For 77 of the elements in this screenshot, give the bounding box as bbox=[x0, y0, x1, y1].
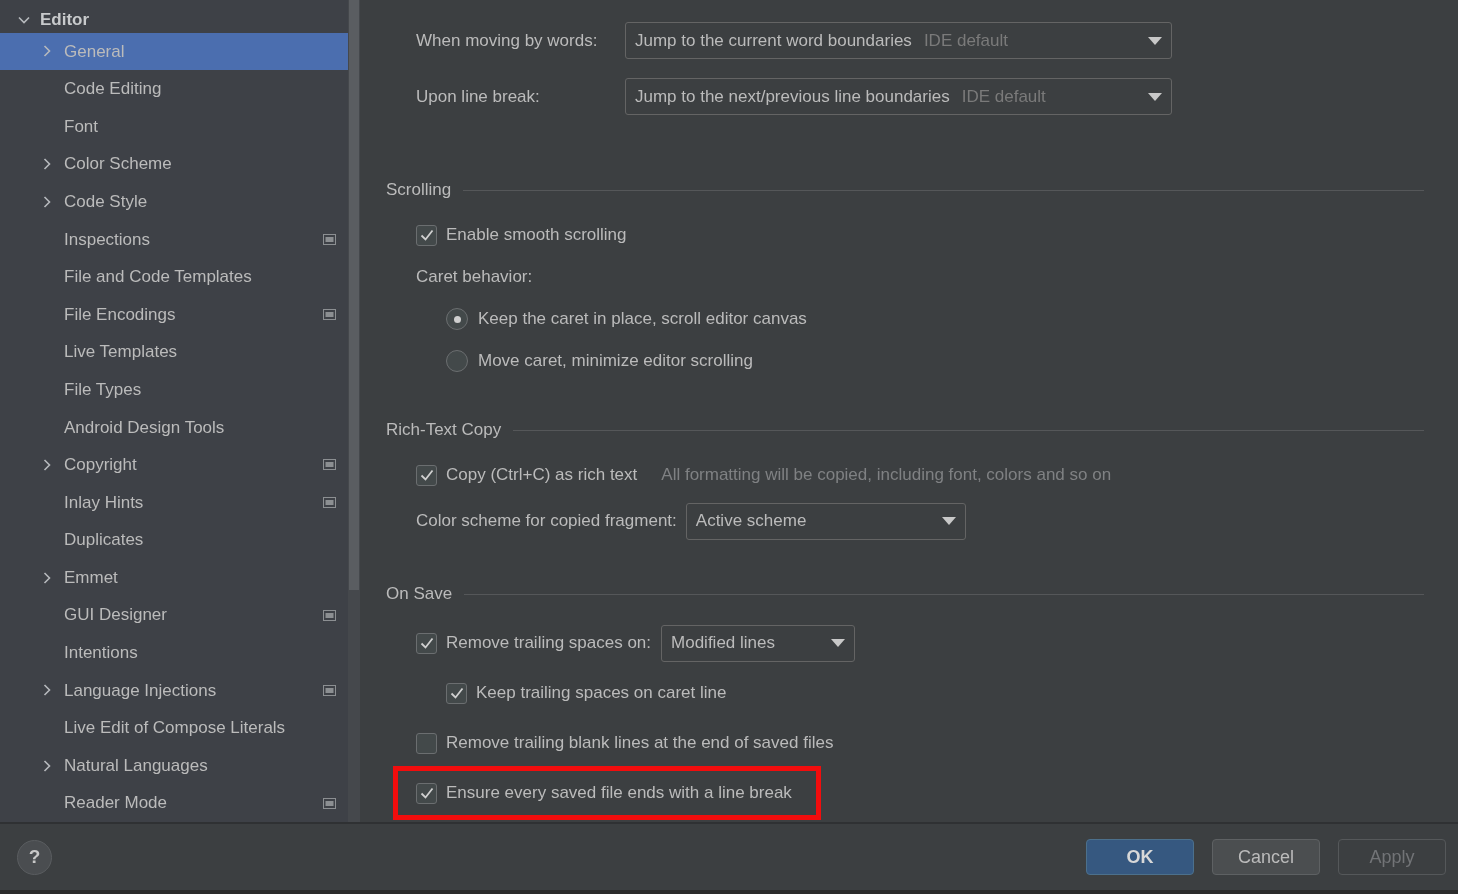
check-icon bbox=[449, 687, 464, 699]
dropdown-arrow-icon bbox=[941, 517, 956, 525]
project-scope-icon bbox=[323, 609, 336, 621]
tree-item[interactable]: Intentions bbox=[0, 634, 348, 672]
hint-text: All formatting will be copied, including font, colors and so on bbox=[661, 464, 1112, 487]
tree-header[interactable]: Editor bbox=[40, 7, 90, 33]
dropdown[interactable]: Modified lines bbox=[661, 624, 856, 662]
chevron-icon[interactable] bbox=[41, 571, 53, 584]
radio-button[interactable] bbox=[446, 350, 468, 372]
checkbox[interactable] bbox=[416, 224, 437, 246]
section-title: On Save bbox=[386, 583, 453, 606]
tree-item[interactable]: Reader Mode bbox=[0, 784, 348, 822]
tree-item[interactable]: Font bbox=[0, 107, 348, 146]
checkbox[interactable] bbox=[446, 682, 467, 704]
chevron-icon[interactable] bbox=[41, 684, 53, 697]
field-label: When moving by words: bbox=[416, 29, 599, 52]
radio-button[interactable] bbox=[446, 308, 468, 330]
tree-item[interactable]: Live Edit of Compose Literals bbox=[0, 709, 348, 747]
dialog-button[interactable]: OK bbox=[1086, 839, 1194, 875]
tree-item[interactable]: Inlay Hints bbox=[0, 483, 348, 522]
project-scope-icon bbox=[323, 309, 336, 320]
field-label: Upon line break: bbox=[416, 85, 541, 108]
field-label: Color scheme for copied fragment: bbox=[416, 510, 677, 533]
tree-item[interactable]: Duplicates bbox=[0, 521, 348, 559]
tree-item[interactable]: Color Scheme bbox=[0, 145, 348, 183]
checkbox-label[interactable]: Remove trailing spaces on: bbox=[446, 630, 652, 656]
dropdown-arrow-icon bbox=[1148, 36, 1162, 45]
checkbox-label[interactable]: Remove trailing blank lines at the end of saved files bbox=[446, 730, 834, 756]
project-scope-icon bbox=[323, 233, 336, 245]
tree-item[interactable]: Copyright bbox=[0, 446, 348, 484]
checkbox[interactable] bbox=[416, 464, 437, 486]
dropdown[interactable]: Jump to the current word boundaries IDE default bbox=[625, 22, 1172, 59]
section-title: Scrolling bbox=[386, 179, 452, 202]
tree-item[interactable]: Natural Languages bbox=[0, 746, 348, 785]
tree-item[interactable]: File Encodings bbox=[0, 295, 348, 334]
tree-item[interactable]: Code Style bbox=[0, 182, 348, 221]
dropdown-arrow-icon bbox=[1148, 92, 1162, 101]
scrollbar-thumb[interactable] bbox=[349, 0, 359, 590]
check-icon bbox=[419, 787, 434, 799]
dropdown-arrow-icon bbox=[831, 639, 846, 647]
tree-item[interactable]: File and Code Templates bbox=[0, 258, 348, 296]
tree-item[interactable]: Android Design Tools bbox=[0, 408, 348, 447]
checkbox-label[interactable]: Ensure every saved file ends with a line break bbox=[446, 780, 792, 806]
project-scope-icon bbox=[323, 459, 336, 471]
hint-text: IDE default bbox=[923, 29, 1008, 52]
project-scope-icon bbox=[323, 496, 336, 508]
tree-item[interactable]: Code Editing bbox=[0, 70, 348, 108]
dropdown[interactable]: Jump to the next/previous line boundaries IDE default bbox=[625, 78, 1172, 115]
group-label: Caret behavior: bbox=[416, 266, 533, 289]
checkbox-label[interactable]: Copy (Ctrl+C) as rich text bbox=[446, 462, 638, 488]
check-icon bbox=[419, 637, 434, 649]
checkbox[interactable] bbox=[416, 732, 437, 754]
section-title: Rich-Text Copy bbox=[386, 419, 502, 442]
tree-item[interactable]: Inspections bbox=[0, 220, 348, 259]
checkbox[interactable] bbox=[416, 782, 437, 804]
project-scope-icon bbox=[323, 684, 336, 696]
dropdown[interactable]: Active scheme bbox=[685, 502, 966, 540]
checkbox-label[interactable]: Keep trailing spaces on caret line bbox=[476, 680, 727, 706]
radio-label[interactable]: Move caret, minimize editor scrolling bbox=[478, 348, 753, 374]
checkbox-label[interactable]: Enable smooth scrolling bbox=[446, 222, 627, 248]
chevron-icon[interactable] bbox=[41, 458, 53, 471]
checkbox[interactable] bbox=[416, 632, 437, 654]
chevron-icon[interactable] bbox=[41, 158, 53, 171]
chevron-icon[interactable] bbox=[41, 195, 53, 208]
tree-item[interactable]: GUI Designer bbox=[0, 596, 348, 635]
check-icon bbox=[419, 229, 434, 241]
tree-item[interactable]: Live Templates bbox=[0, 333, 348, 371]
chevron-icon[interactable] bbox=[41, 759, 53, 772]
help-button[interactable]: ? bbox=[17, 839, 52, 875]
tree-item[interactable]: Emmet bbox=[0, 558, 348, 597]
project-scope-icon bbox=[323, 797, 336, 809]
dialog-button[interactable]: Cancel bbox=[1212, 839, 1320, 875]
tree-item[interactable]: File Types bbox=[0, 370, 348, 409]
check-icon bbox=[419, 469, 434, 481]
tree-item[interactable]: Language Injections bbox=[0, 671, 348, 710]
hint-text: IDE default bbox=[961, 85, 1046, 108]
radio-label[interactable]: Keep the caret in place, scroll editor canvas bbox=[478, 306, 807, 332]
